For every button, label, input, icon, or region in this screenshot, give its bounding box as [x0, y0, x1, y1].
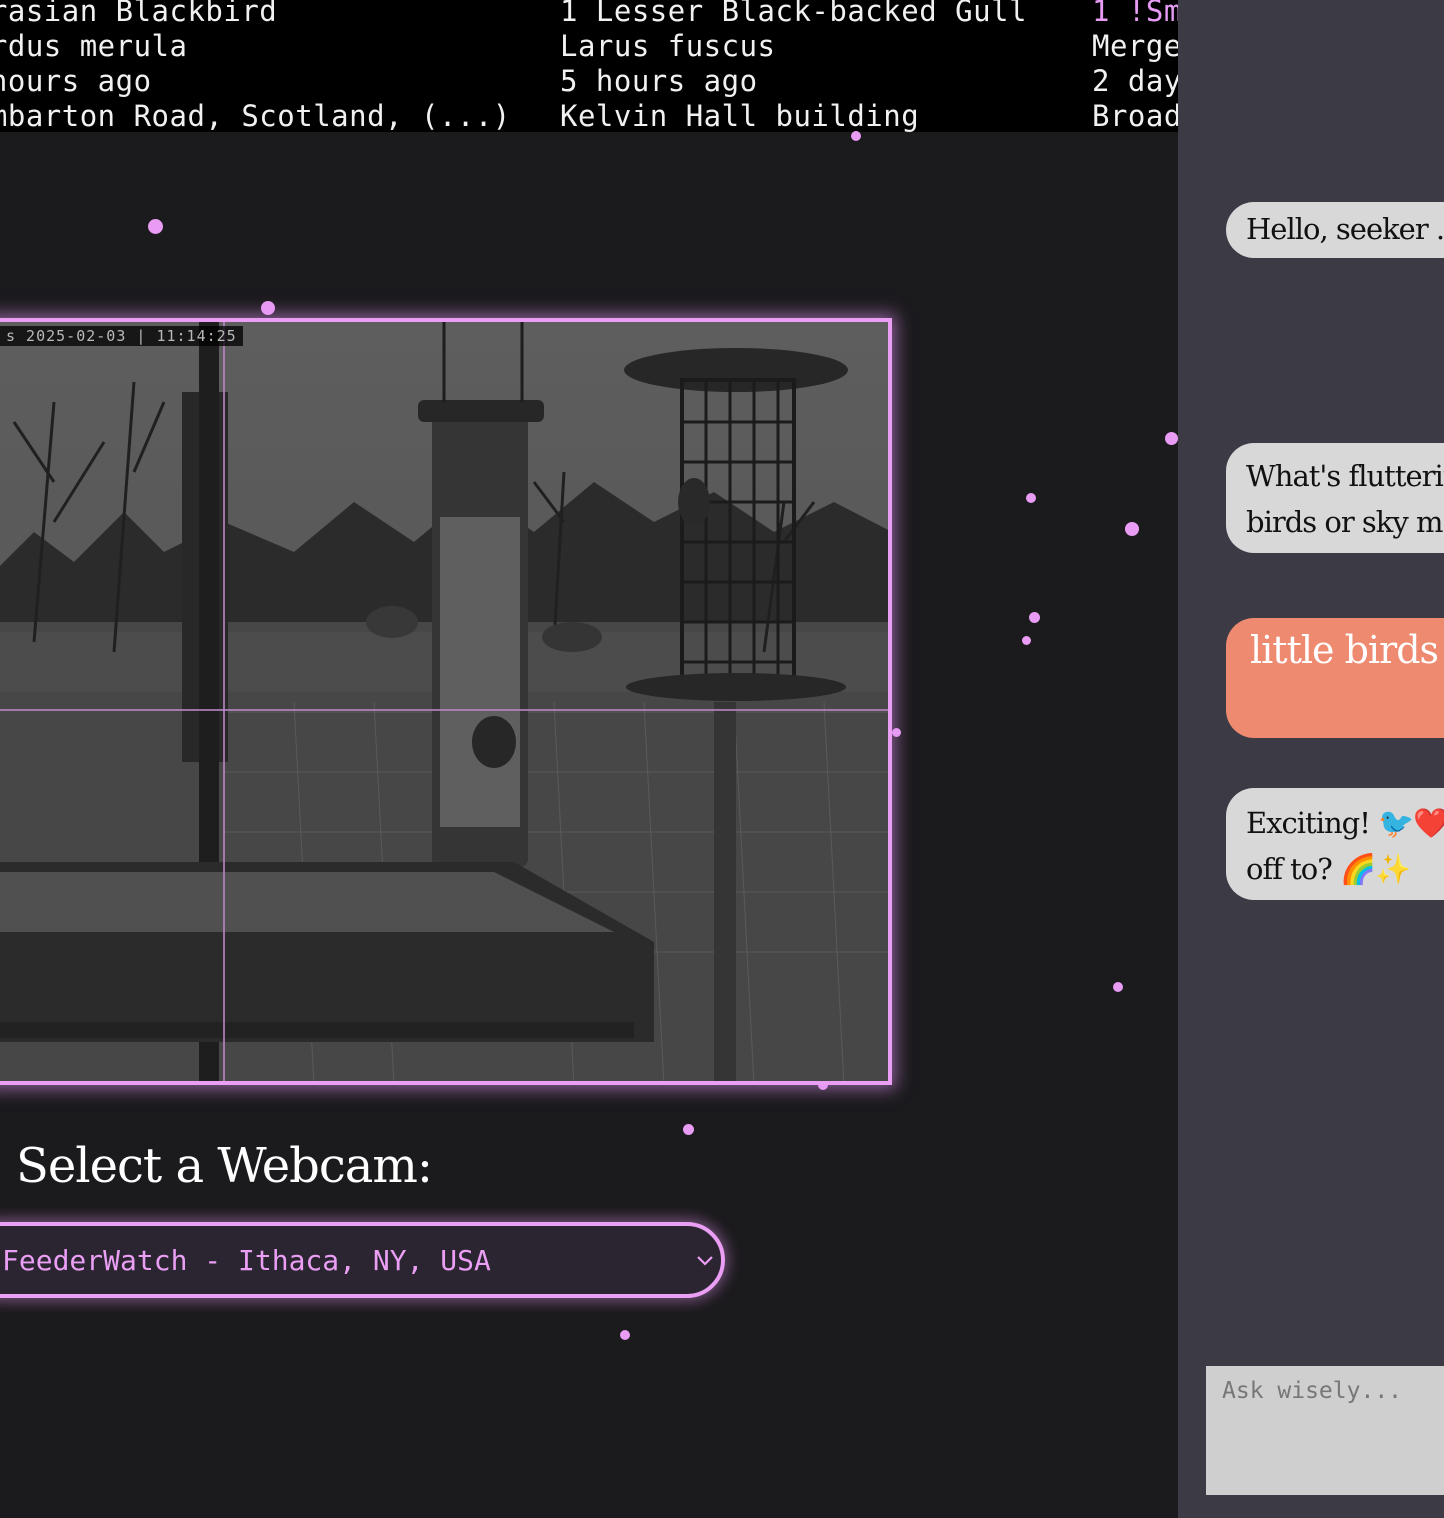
sighting-card[interactable]: 1 !Sm Merge 2 day Broad	[1092, 0, 1178, 132]
sighting-species: 1 Lesser Black-backed Gull	[560, 0, 1027, 28]
particle-dot	[1022, 636, 1031, 645]
particle-dot	[148, 219, 163, 234]
chat-message-text: Exciting! 🐦❤️	[1246, 806, 1444, 840]
chat-input[interactable]	[1206, 1366, 1444, 1495]
particle-dot	[1026, 493, 1036, 503]
webcam-select[interactable]: FeederWatch - Ithaca, NY, USA	[0, 1222, 725, 1298]
sighting-location: Broad	[1092, 99, 1178, 132]
sighting-scientific-name: Larus fuscus	[560, 29, 776, 63]
chat-message-bot: Exciting! 🐦❤️ off to? 🌈✨	[1226, 788, 1444, 900]
chat-panel: Hello, seeker ... What's flutterin birds…	[1178, 0, 1444, 1518]
sighting-card[interactable]: Eurasian Blackbird Turdus merula 5 hours…	[0, 0, 511, 132]
sighting-time: 5 hours ago	[560, 64, 758, 98]
chat-message-text: Hello, seeker ...	[1246, 212, 1444, 246]
sighting-scientific-name: Merge	[1092, 29, 1178, 63]
webcam-image	[0, 322, 888, 1081]
particle-dot	[620, 1330, 630, 1340]
chevron-down-icon	[697, 1256, 713, 1266]
sighting-location: Kelvin Hall building	[560, 99, 920, 132]
particle-dot	[1113, 982, 1123, 992]
sightings-ticker: Eurasian Blackbird Turdus merula 5 hours…	[0, 0, 1178, 132]
sighting-species: 1 !Sm	[1092, 0, 1178, 28]
chat-message-text: What's flutterin	[1246, 459, 1444, 493]
chat-message-text: birds or sky mo	[1246, 505, 1444, 539]
chat-message-text: little birds r	[1250, 628, 1444, 672]
particle-dot	[261, 301, 275, 315]
webcam-timestamp: s 2025-02-03 | 11:14:25	[0, 326, 243, 346]
webcam-select-value: FeederWatch - Ithaca, NY, USA	[2, 1244, 491, 1277]
chat-message-text: off to? 🌈✨	[1246, 852, 1411, 886]
sighting-location: Dumbarton Road, Scotland, (...)	[0, 99, 511, 132]
particle-dot	[1029, 612, 1040, 623]
chat-message-bot: What's flutterin birds or sky mo	[1226, 443, 1444, 553]
particle-dot	[892, 728, 901, 737]
sighting-time: 5 hours ago	[0, 64, 152, 98]
sighting-species: Eurasian Blackbird	[0, 0, 278, 28]
chat-message-bot: Hello, seeker ...	[1226, 202, 1444, 258]
particle-dot	[1165, 432, 1178, 445]
sighting-card[interactable]: 1 Lesser Black-backed Gull Larus fuscus …	[560, 0, 1027, 132]
sighting-scientific-name: Turdus merula	[0, 29, 188, 63]
particle-dot	[851, 131, 861, 141]
particle-dot	[683, 1124, 694, 1135]
sighting-time: 2 day	[1092, 64, 1178, 98]
chat-message-user: little birds r	[1226, 618, 1444, 738]
webcam-feed[interactable]: s 2025-02-03 | 11:14:25	[0, 318, 892, 1085]
particle-dot	[1125, 522, 1139, 536]
select-webcam-title: Select a Webcam:	[16, 1138, 433, 1194]
